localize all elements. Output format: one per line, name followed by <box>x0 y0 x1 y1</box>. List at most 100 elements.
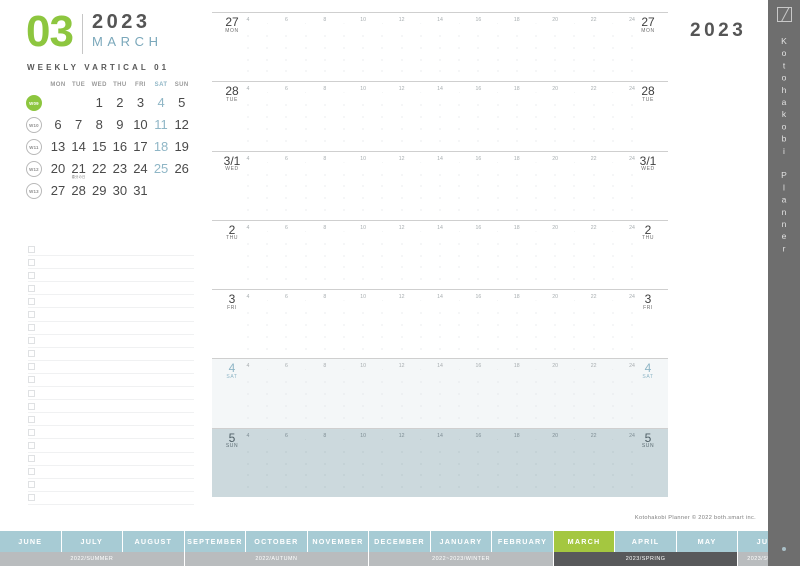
day-row[interactable]: 4 SAT 4 SAT 4 · 6 · 8 · 10 · 12 · 14 · 16 · 18 · 20 · 22 · 24 <box>212 358 668 428</box>
dot-grid[interactable] <box>247 376 633 423</box>
checkbox-icon[interactable] <box>28 311 35 319</box>
checklist-row[interactable] <box>28 361 194 374</box>
checkbox-icon[interactable] <box>28 402 35 410</box>
checkbox-icon[interactable] <box>28 494 35 502</box>
mini-calendar-day[interactable]: 24 <box>130 157 151 179</box>
month-tab-september[interactable]: SEPTEMBER <box>184 531 247 552</box>
mini-calendar-day[interactable]: 13 <box>48 135 69 157</box>
mini-calendar-day[interactable]: 28 <box>68 179 89 201</box>
month-tab-march[interactable]: MARCH <box>553 531 616 552</box>
mini-calendar-day[interactable]: 2 <box>110 91 131 113</box>
month-tab-may[interactable]: MAY <box>676 531 739 552</box>
checklist-row[interactable] <box>28 256 194 270</box>
checklist-row[interactable] <box>28 269 194 283</box>
checklist-write-line[interactable] <box>35 439 194 451</box>
checklist-write-line[interactable] <box>35 387 194 399</box>
mini-calendar-day[interactable]: 9 <box>110 113 131 135</box>
mini-calendar-day[interactable]: 17 <box>130 135 151 157</box>
mini-calendar-day[interactable]: 12 <box>171 113 192 135</box>
mini-calendar-day[interactable]: 22 <box>89 157 110 179</box>
checklist-row[interactable] <box>28 243 194 257</box>
week-badge[interactable]: W09 <box>26 95 42 112</box>
checkbox-icon[interactable] <box>28 441 35 449</box>
checklist-row[interactable] <box>28 413 194 427</box>
checklist-write-line[interactable] <box>35 308 194 320</box>
checklist-row[interactable] <box>28 374 194 388</box>
day-row[interactable]: 27 MON 27 MON 4 · 6 · 8 · 10 · 12 · 14 · 16 · 18 · 20 · 22 · 24 <box>212 12 668 82</box>
month-tab-november[interactable]: NOVEMBER <box>307 531 370 552</box>
mini-calendar-day[interactable]: 20 <box>48 157 69 179</box>
month-tab-january[interactable]: JANUARY <box>430 531 493 552</box>
mini-calendar-day[interactable]: 30 <box>110 179 131 201</box>
checkbox-icon[interactable] <box>28 258 35 266</box>
checkbox-icon[interactable] <box>28 468 35 476</box>
checklist-row[interactable] <box>28 335 194 348</box>
mini-calendar-day[interactable]: 1 <box>89 91 110 113</box>
checkbox-icon[interactable] <box>28 363 35 371</box>
checkbox-icon[interactable] <box>28 455 35 463</box>
month-tab-june[interactable]: JUNE <box>0 531 62 552</box>
mini-calendar-day[interactable]: 7 <box>68 113 89 135</box>
checklist-write-line[interactable] <box>35 492 194 504</box>
checklist-row[interactable] <box>28 426 194 440</box>
dot-grid[interactable] <box>247 169 633 216</box>
mini-calendar-day[interactable]: 23 <box>110 157 131 179</box>
mini-calendar-day[interactable]: 16 <box>110 135 131 157</box>
mini-calendar-day[interactable]: 18 <box>151 135 172 157</box>
checklist-row[interactable] <box>28 295 194 309</box>
checklist-row[interactable] <box>28 348 194 361</box>
checklist-write-line[interactable] <box>35 282 194 294</box>
mini-calendar-day[interactable]: 26 <box>171 157 192 179</box>
checklist-write-line[interactable] <box>35 479 194 491</box>
checklist-write-line[interactable] <box>35 400 194 412</box>
checklist-row[interactable] <box>28 282 194 296</box>
checklist-row[interactable] <box>28 322 194 335</box>
mini-calendar-day[interactable]: 4 <box>151 91 172 113</box>
checkbox-icon[interactable] <box>28 350 35 358</box>
month-tab-december[interactable]: DECEMBER <box>369 531 431 552</box>
mini-calendar-day[interactable]: 25 <box>151 157 172 179</box>
mini-calendar-day[interactable]: 10 <box>130 113 151 135</box>
week-badge[interactable]: W12 <box>26 161 42 178</box>
checkbox-icon[interactable] <box>28 481 35 489</box>
checklist-write-line[interactable] <box>35 256 194 268</box>
mini-calendar-day[interactable]: 31 <box>130 179 151 201</box>
mini-calendar-day[interactable]: 5 <box>171 91 192 113</box>
checklist-row[interactable] <box>28 479 194 492</box>
day-row[interactable]: 3/1 WED 3/1 WED 4 · 6 · 8 · 10 · 12 · 14 · 16 · 18 · 20 · 22 · 2… <box>212 150 668 220</box>
checkbox-icon[interactable] <box>28 376 35 384</box>
dot-grid[interactable] <box>247 446 633 493</box>
day-row[interactable]: 28 TUE 28 TUE 4 · 6 · 8 · 10 · 12 · 14 · 16 · 18 · 20 · 22 · 24 <box>212 81 668 151</box>
checkbox-icon[interactable] <box>28 428 35 436</box>
day-row[interactable]: 5 SUN 5 SUN 4 · 6 · 8 · 10 · 12 · 14 · 16 · 18 · 20 · 22 · 24 <box>212 427 668 498</box>
checklist-write-line[interactable] <box>35 453 194 465</box>
month-tab-july[interactable]: JULY <box>61 531 124 552</box>
checkbox-icon[interactable] <box>28 415 35 423</box>
week-badge[interactable]: W11 <box>26 139 42 156</box>
mini-calendar-day[interactable]: 27 <box>48 179 69 201</box>
checklist-write-line[interactable] <box>35 361 194 373</box>
dot-grid[interactable] <box>247 30 633 77</box>
checklist-write-line[interactable] <box>35 348 194 360</box>
month-tab-october[interactable]: OCTOBER <box>246 531 308 552</box>
week-badge[interactable]: W10 <box>26 117 42 134</box>
month-tab-august[interactable]: AUGUST <box>123 531 185 552</box>
checklist-write-line[interactable] <box>35 243 194 255</box>
mini-calendar-day[interactable]: 21 春分の日 <box>68 157 89 179</box>
checklist-row[interactable] <box>28 466 194 479</box>
mini-calendar-day[interactable]: 29 <box>89 179 110 201</box>
checkbox-icon[interactable] <box>28 271 35 279</box>
mini-calendar-day[interactable]: 8 <box>89 113 110 135</box>
month-tab-february[interactable]: FEBRUARY <box>492 531 554 552</box>
mini-calendar-day[interactable]: 15 <box>89 135 110 157</box>
day-row[interactable]: 2 THU 2 THU 4 · 6 · 8 · 10 · 12 · 14 · 16 · 18 · 20 · 22 · 24 <box>212 219 668 290</box>
checklist-write-line[interactable] <box>35 374 194 386</box>
day-row[interactable]: 3 FRI 3 FRI 4 · 6 · 8 · 10 · 12 · 14 · 16 · 18 · 20 · 22 · 24 <box>212 289 668 359</box>
checkbox-icon[interactable] <box>28 245 35 253</box>
checklist-write-line[interactable] <box>35 295 194 307</box>
checklist-write-line[interactable] <box>35 413 194 425</box>
mini-calendar-day[interactable]: 6 <box>48 113 69 135</box>
mini-calendar-day[interactable]: 19 <box>171 135 192 157</box>
mini-calendar-day[interactable]: 11 <box>151 113 172 135</box>
checklist-row[interactable] <box>28 492 194 505</box>
